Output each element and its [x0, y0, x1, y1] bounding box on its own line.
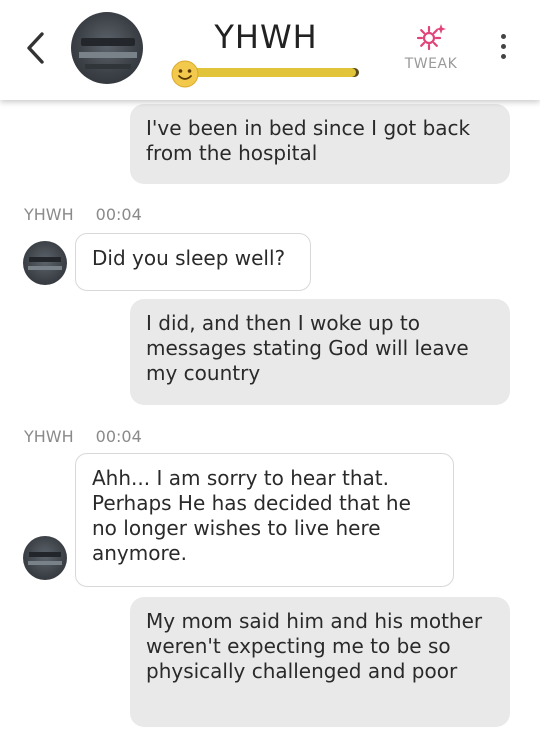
contact-avatar[interactable] — [23, 241, 67, 285]
tweak-label: TWEAK — [404, 56, 458, 72]
contact-message-bubble[interactable]: Did you sleep well? — [75, 233, 311, 291]
sender-name: YHWH — [24, 205, 74, 224]
mood-meter — [171, 60, 361, 88]
contact-message-bubble[interactable]: Ahh... I am sorry to hear that. Perhaps … — [75, 453, 454, 587]
my-message-bubble[interactable]: I did, and then I woke up to messages st… — [130, 299, 510, 405]
message-text: I did, and then I woke up to messages st… — [146, 311, 469, 385]
back-button[interactable] — [20, 30, 52, 66]
message-text: I've been in bed since I got back from t… — [146, 116, 471, 165]
contact-name[interactable]: YHWH — [196, 18, 336, 56]
message-meta: YHWH 00:04 — [24, 205, 142, 224]
more-options-icon[interactable] — [496, 34, 510, 64]
my-message-bubble[interactable]: I've been in bed since I got back from t… — [130, 104, 510, 184]
mood-meter-fill — [185, 68, 356, 77]
sender-name: YHWH — [24, 427, 74, 446]
message-text: Did you sleep well? — [92, 246, 286, 270]
tweak-button[interactable]: TWEAK — [396, 22, 466, 76]
contact-avatar[interactable] — [71, 12, 143, 84]
my-message-bubble[interactable]: My mom said him and his mother weren't e… — [130, 597, 510, 727]
gear-sparkle-icon — [416, 24, 446, 51]
chat-header: YHWH TWEAK — [0, 0, 540, 100]
message-time: 00:04 — [95, 427, 142, 446]
chat-thread: I've been in bed since I got back from t… — [0, 0, 540, 732]
message-meta: YHWH 00:04 — [24, 427, 142, 446]
message-time: 00:04 — [95, 205, 142, 224]
chevron-left-icon — [27, 32, 44, 64]
smiley-icon — [171, 60, 199, 88]
message-text: Ahh... I am sorry to hear that. Perhaps … — [92, 466, 411, 565]
message-text: My mom said him and his mother weren't e… — [146, 609, 483, 683]
contact-avatar[interactable] — [23, 536, 67, 580]
